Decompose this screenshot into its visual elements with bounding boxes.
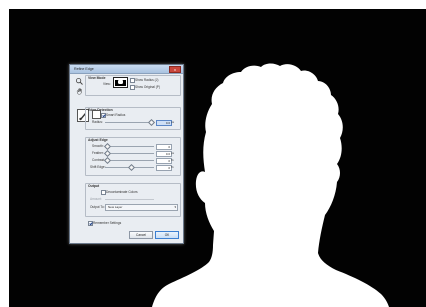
show-original-label: Show Original (P) [135, 85, 160, 89]
view-thumb-figure [118, 79, 123, 84]
refine-edge-dialog: Refine Edge x View Mode View: Show Radiu… [69, 64, 184, 244]
show-radius-label: Show Radius (J) [135, 78, 159, 82]
smooth-label: Smooth: [92, 144, 104, 148]
smart-radius-label: Smart Radius [106, 113, 126, 117]
radius-label: Radius: [92, 120, 103, 124]
ok-button[interactable]: OK [155, 231, 179, 239]
dialog-title-bar[interactable]: Refine Edge x [70, 65, 183, 74]
zoom-icon[interactable] [75, 77, 84, 86]
amount-label: Amount: [90, 197, 102, 201]
radius-brush-picker[interactable] [92, 110, 101, 119]
shift-edge-slider[interactable] [105, 163, 154, 172]
contrast-input[interactable]: 0 [156, 158, 172, 164]
contrast-unit: % [171, 158, 174, 162]
chevron-down-icon: ▾ [174, 205, 176, 209]
view-mode-picker[interactable] [113, 77, 128, 88]
smooth-input[interactable]: 0 [156, 144, 172, 150]
output-heading: Output [88, 184, 100, 188]
output-to-label: Output To: [90, 205, 105, 209]
radius-input[interactable]: 0.0 [156, 120, 172, 126]
shift-edge-input[interactable]: 0 [156, 165, 172, 171]
remember-settings-label: Remember Settings [93, 221, 122, 225]
contrast-slider[interactable] [103, 156, 154, 165]
shift-edge-label: Shift Edge: [90, 165, 106, 169]
image-canvas[interactable]: Refine Edge x View Mode View: Show Radiu… [9, 9, 426, 307]
dialog-title: Refine Edge [74, 67, 94, 71]
close-button[interactable]: x [169, 66, 181, 73]
view-label: View: [103, 82, 111, 86]
output-to-value: New Layer [108, 205, 123, 209]
feather-unit: px [171, 151, 175, 155]
radius-slider[interactable] [105, 118, 156, 127]
output-to-dropdown[interactable]: New Layer ▾ [105, 204, 178, 211]
radius-unit: px [171, 120, 175, 124]
photoshop-window: Refine Edge x View Mode View: Show Radiu… [0, 0, 426, 307]
view-mode-heading: View Mode [88, 76, 106, 80]
smooth-slider[interactable] [103, 142, 154, 151]
feather-label: Feather: [92, 151, 104, 155]
shift-edge-unit: % [171, 165, 174, 169]
hand-icon[interactable] [75, 87, 84, 96]
cancel-button[interactable]: Cancel [129, 231, 153, 239]
feather-input[interactable]: 0.0 [156, 151, 172, 157]
decontaminate-colors-label: Decontaminate Colors [106, 190, 138, 194]
adjust-edge-heading: Adjust Edge [88, 138, 108, 142]
amount-slider[interactable] [105, 199, 154, 200]
feather-slider[interactable] [103, 149, 154, 158]
